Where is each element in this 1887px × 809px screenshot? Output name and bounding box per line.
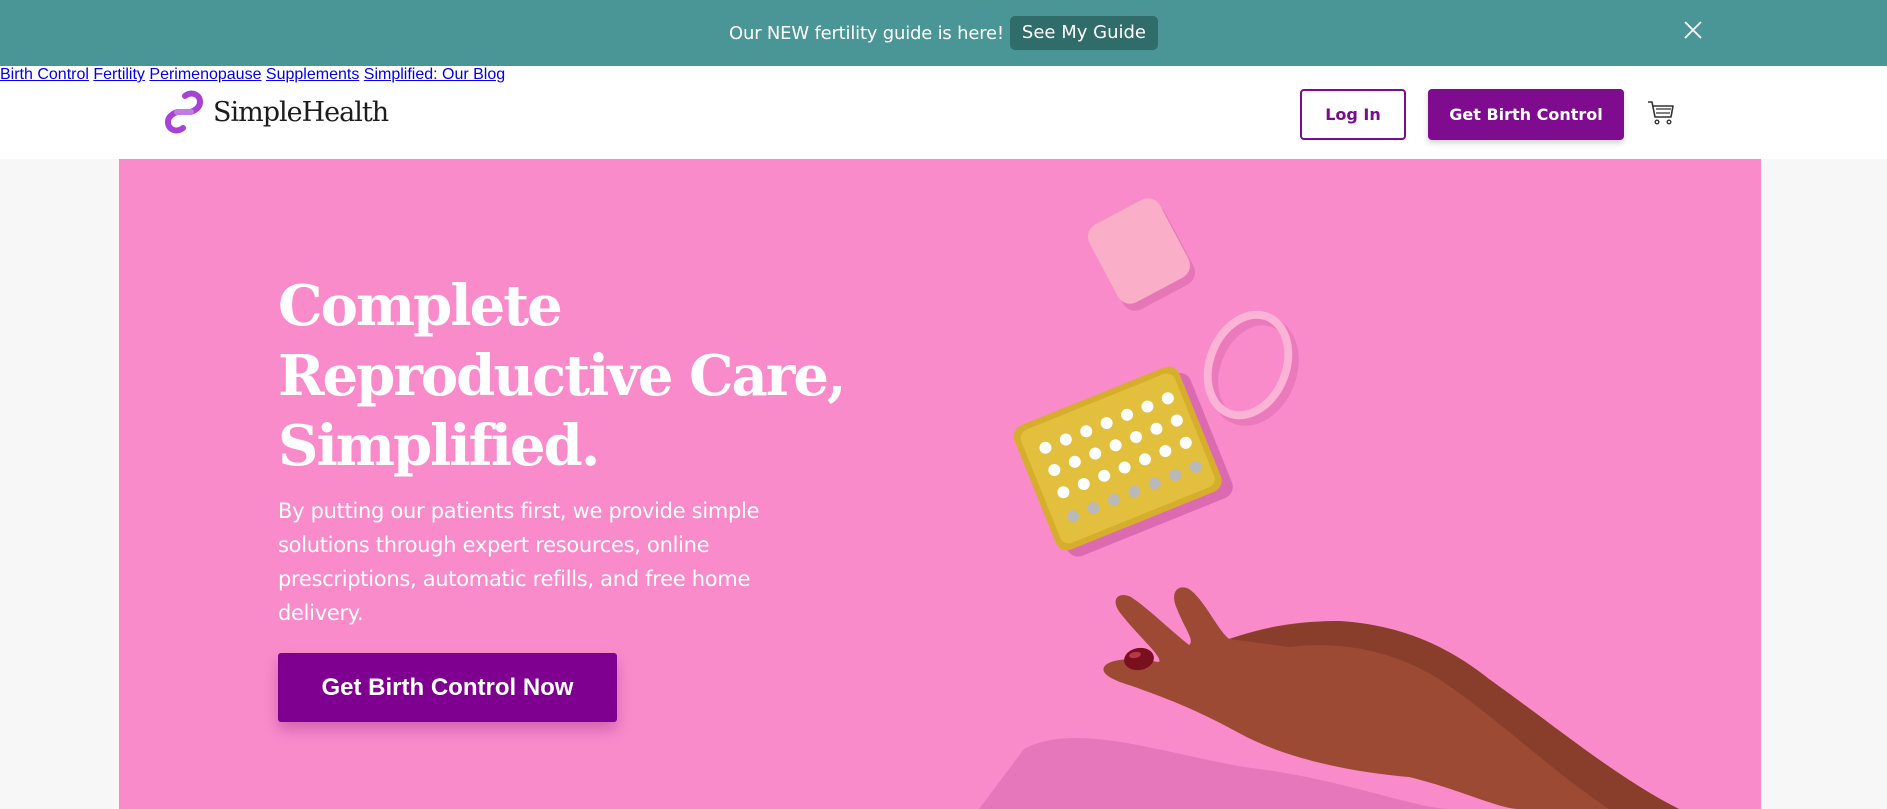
cart-icon[interactable]	[1646, 97, 1676, 127]
main-nav: Birth Control Fertility Perimenopause Su…	[0, 66, 1887, 84]
nav-perimenopause[interactable]: Perimenopause	[149, 66, 261, 83]
hero-section: Complete Reproductive Care, Simplified. …	[119, 159, 1761, 809]
simplehealth-logo-icon	[164, 90, 204, 134]
logo-text: SimpleHealth	[213, 96, 389, 128]
see-my-guide-button[interactable]: See My Guide	[1009, 16, 1158, 50]
logo-link[interactable]: SimpleHealth	[163, 90, 389, 134]
get-birth-control-button[interactable]: Get Birth Control	[1428, 89, 1624, 140]
announcement-bar: Our NEW fertility guide is here! See My …	[0, 0, 1887, 66]
close-icon[interactable]	[1682, 19, 1704, 41]
hero-title-line-2: Reproductive Care,	[278, 343, 846, 409]
contraceptive-patch	[1087, 198, 1196, 311]
hero-subtitle: By putting our patients first, we provid…	[278, 499, 760, 625]
hero-title-line-3: Simplified.	[278, 413, 600, 479]
nav-supplements[interactable]: Supplements	[266, 66, 359, 83]
hero-title-line-1: Complete	[278, 273, 563, 339]
nav-fertility[interactable]: Fertility	[93, 66, 145, 83]
announcement-text: Our NEW fertility guide is here!	[729, 22, 1004, 44]
vaginal-ring	[1203, 310, 1299, 426]
login-button[interactable]: Log In	[1300, 89, 1406, 140]
site-header: SimpleHealth Birth Control Fertility Per…	[0, 66, 1887, 159]
pill-pack	[1013, 366, 1233, 557]
hero-title: Complete Reproductive Care, Simplified.	[278, 271, 878, 481]
nav-blog[interactable]: Simplified: Our Blog	[364, 66, 505, 83]
nav-birth-control[interactable]: Birth Control	[0, 66, 89, 83]
get-birth-control-now-button[interactable]: Get Birth Control Now	[278, 653, 617, 722]
